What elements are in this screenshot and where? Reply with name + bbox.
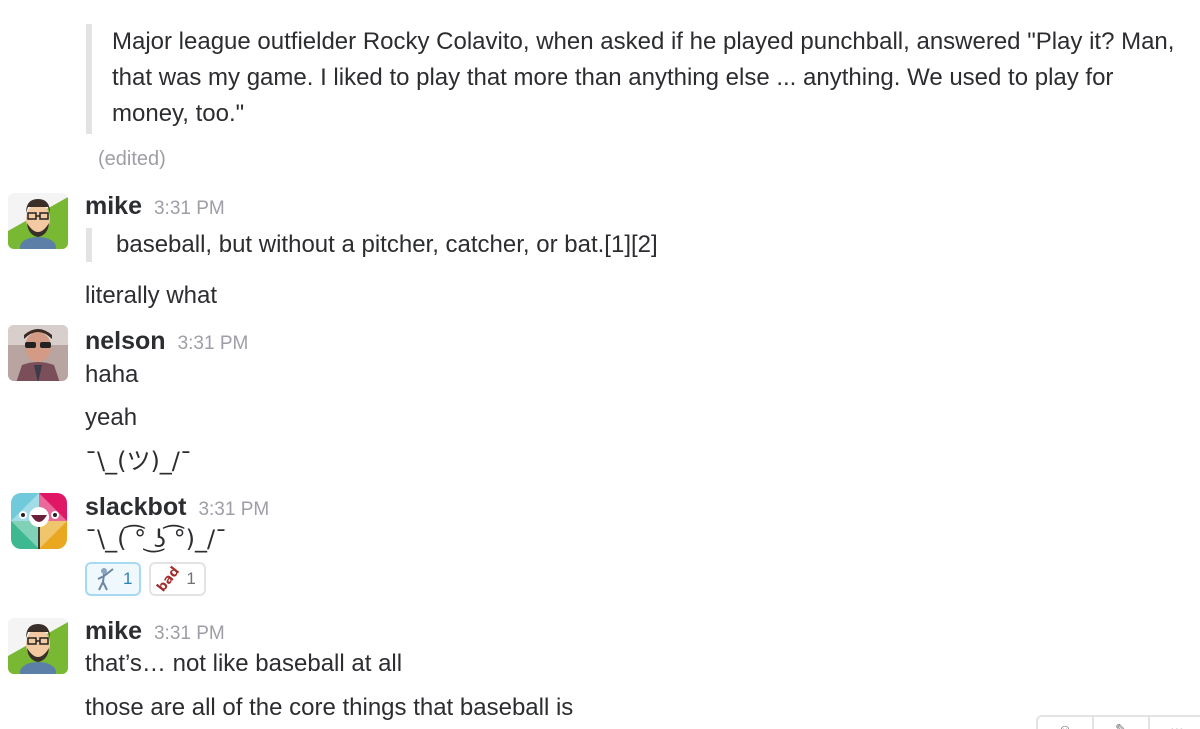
message-text: those are all of the core things that ba…	[85, 694, 574, 721]
avatar-nelson[interactable]	[8, 325, 68, 381]
quote-line: Major league outfielder Rocky Colavito, …	[112, 28, 1175, 55]
message-header: slackbot 3:31 PM	[85, 493, 269, 522]
author-name[interactable]: nelson	[85, 327, 166, 356]
more-icon[interactable]: ⋯	[1150, 717, 1200, 729]
quote-line: baseball, but without a pitcher, catcher…	[116, 231, 658, 258]
message-timestamp[interactable]: 3:31 PM	[198, 499, 269, 521]
reaction-count: 1	[123, 569, 133, 588]
message-timestamp[interactable]: 3:31 PM	[154, 198, 225, 220]
message-text: haha	[85, 361, 139, 388]
message-quote-block: baseball, but without a pitcher, catcher…	[86, 228, 658, 262]
edited-label: (edited)	[98, 148, 166, 170]
message-pane: Major league outfielder Rocky Colavito, …	[0, 0, 1200, 729]
quote-line: that was my game. I liked to play that m…	[112, 64, 1114, 91]
message-text: ¯\_( ͡° ͜ʖ ͡°)_/¯	[85, 525, 228, 553]
person-fencing-icon	[95, 567, 117, 591]
message-header: mike 3:31 PM	[85, 192, 225, 221]
reaction-pill[interactable]: 1	[85, 562, 141, 596]
message-text: ¯\_(ツ)_/¯	[85, 447, 192, 475]
comment-icon[interactable]: ✎	[1094, 717, 1150, 729]
quote-line: money, too."	[112, 100, 245, 127]
message-timestamp[interactable]: 3:31 PM	[154, 623, 225, 645]
reaction-pill[interactable]: bad 1	[149, 562, 206, 596]
avatar-mike-icon	[8, 618, 68, 674]
message-text: literally what	[85, 282, 218, 309]
author-name[interactable]: mike	[85, 617, 142, 646]
author-name[interactable]: slackbot	[85, 493, 186, 522]
message-header: mike 3:31 PM	[85, 617, 225, 646]
author-name[interactable]: mike	[85, 192, 142, 221]
message-text: that’s… not like baseball at all	[85, 650, 403, 677]
bad-emoji: bad	[154, 563, 184, 595]
reaction-count: 1	[186, 569, 196, 588]
message-header: nelson 3:31 PM	[85, 327, 248, 356]
avatar-mike[interactable]	[8, 193, 68, 249]
avatar-mike-icon	[8, 193, 68, 249]
avatar-slackbot[interactable]	[11, 493, 67, 549]
message-hover-toolbar: ☺ ✎ ⋯	[1036, 715, 1200, 729]
slackbot-icon	[11, 493, 67, 549]
message-timestamp[interactable]: 3:31 PM	[178, 333, 249, 355]
message-text: yeah	[85, 404, 138, 431]
emoji-reaction-icon[interactable]: ☺	[1038, 717, 1094, 729]
avatar-nelson-icon	[8, 325, 68, 381]
message-quote-block: Major league outfielder Rocky Colavito, …	[86, 24, 1174, 134]
avatar-mike[interactable]	[8, 618, 68, 674]
